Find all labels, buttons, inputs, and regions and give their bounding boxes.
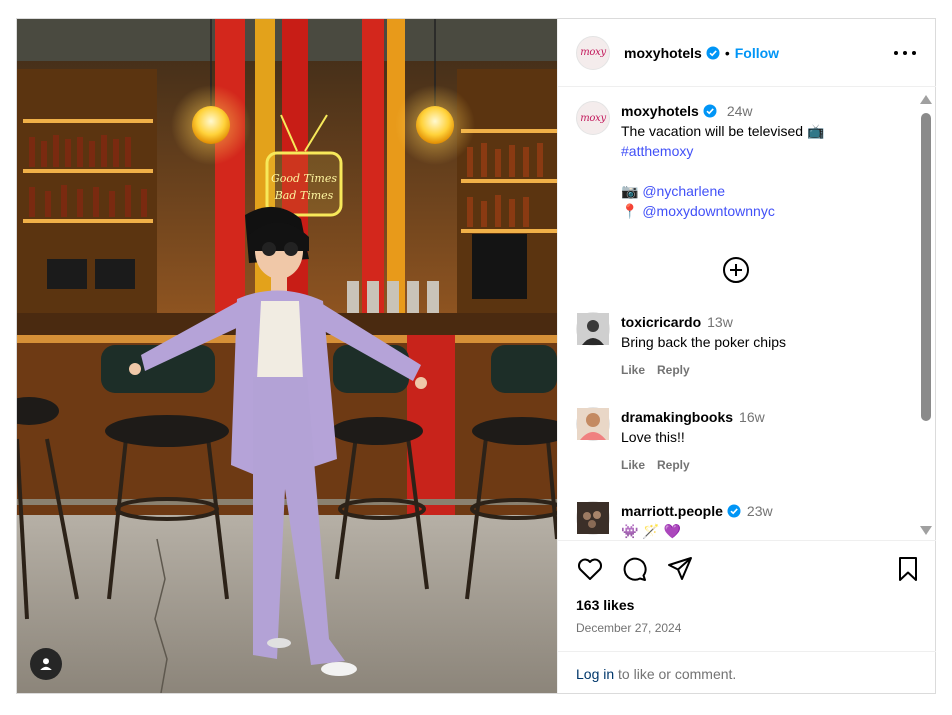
hashtag-link[interactable]: #atthemoxy <box>621 141 906 161</box>
comments-list: moxy moxyhotels 24w The vacation will be … <box>558 88 936 540</box>
comment-username[interactable]: dramakingbooks <box>621 409 733 425</box>
avatar-logo-text: moxy <box>580 112 606 124</box>
caption-time: 24w <box>726 103 753 119</box>
more-options-button[interactable] <box>894 43 916 63</box>
pin-emoji: 📍 <box>621 203 639 219</box>
comment-username[interactable]: marriott.people <box>621 503 723 519</box>
comment-username[interactable]: toxicricardo <box>621 314 701 330</box>
author-avatar[interactable]: moxy <box>576 35 610 70</box>
comments-scrollbar[interactable] <box>920 95 932 535</box>
more-icon <box>894 51 898 55</box>
scroll-up-arrow-icon[interactable] <box>920 95 932 104</box>
avatar-logo-text: moxy <box>580 47 606 58</box>
comment-like-button[interactable]: Like <box>621 458 645 472</box>
bar-scene-image: Good Times Bad Times <box>17 19 557 693</box>
post-side-panel: moxy moxyhotels • Follow moxy moxyhotels… <box>557 19 936 693</box>
post-photo: Good Times Bad Times <box>17 19 557 693</box>
verified-icon <box>703 104 717 118</box>
scroll-thumb[interactable] <box>921 113 931 421</box>
comment-reply-button[interactable]: Reply <box>657 363 690 377</box>
action-bar <box>576 555 918 585</box>
comment-time: 13w <box>707 314 733 330</box>
user-tag-button[interactable] <box>30 648 62 680</box>
commenter-photo <box>577 313 609 345</box>
neon-sign-line-2: Bad Times <box>274 189 334 202</box>
comment-text: 👾 🪄 💜 <box>621 523 682 539</box>
commenter-photo <box>577 408 609 440</box>
post-date: December 27, 2024 <box>576 621 682 635</box>
comment-icon[interactable] <box>620 555 648 583</box>
post-dialog: Good Times Bad Times moxy moxyhotels • F… <box>16 18 936 694</box>
location-link[interactable]: @moxydowntownnyc <box>642 203 775 219</box>
caption-username[interactable]: moxyhotels <box>621 103 699 119</box>
follow-button[interactable]: Follow <box>735 45 779 61</box>
caption-avatar[interactable]: moxy <box>576 101 610 135</box>
post-header: moxy moxyhotels • Follow <box>558 19 936 87</box>
comment-reply-button[interactable]: Reply <box>657 458 690 472</box>
login-prompt-text: to like or comment. <box>614 666 737 682</box>
commenter-avatar[interactable] <box>576 312 610 346</box>
comment-text: Bring back the poker chips <box>621 334 786 350</box>
load-more-icon[interactable] <box>722 256 750 284</box>
likes-count[interactable]: 163 likes <box>576 597 634 613</box>
login-prompt: Log in to like or comment. <box>558 651 936 703</box>
login-link[interactable]: Log in <box>576 666 614 682</box>
bookmark-icon[interactable] <box>894 555 922 583</box>
user-tag-icon <box>40 658 52 670</box>
heart-icon[interactable] <box>576 555 604 583</box>
comment-like-button[interactable]: Like <box>621 363 645 377</box>
photo-credit-link[interactable]: @nycharlene <box>642 183 725 199</box>
share-icon[interactable] <box>666 555 694 583</box>
comment-time: 16w <box>739 409 765 425</box>
neon-sign-line-1: Good Times <box>271 172 337 185</box>
author-username[interactable]: moxyhotels <box>624 45 702 61</box>
commenter-photo <box>577 502 609 534</box>
caption-text: The vacation will be televised 📺 <box>621 123 825 139</box>
commenter-avatar[interactable] <box>576 407 610 441</box>
comment-text: Love this!! <box>621 429 685 445</box>
camera-emoji: 📷 <box>621 183 639 199</box>
verified-icon <box>706 46 720 59</box>
comment-time: 23w <box>746 503 773 519</box>
verified-icon <box>727 504 741 518</box>
commenter-avatar[interactable] <box>576 501 610 535</box>
separator-dot: • <box>724 44 730 61</box>
scroll-down-arrow-icon[interactable] <box>920 526 932 535</box>
post-footer: 163 likes December 27, 2024 Log in to li… <box>558 540 936 693</box>
